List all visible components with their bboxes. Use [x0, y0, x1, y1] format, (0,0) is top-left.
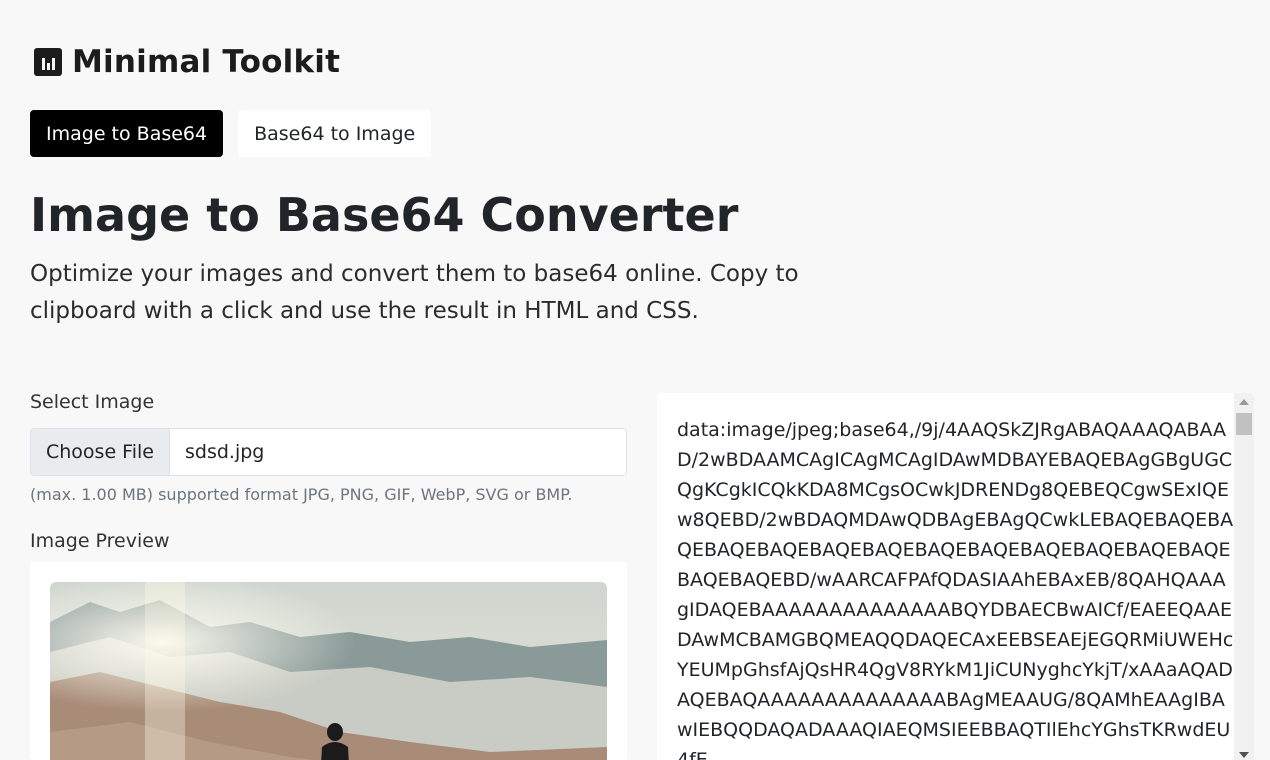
scroll-down-icon[interactable] — [1239, 752, 1249, 758]
page-subtitle: Optimize your images and convert them to… — [30, 261, 799, 324]
base64-output[interactable]: data:image/jpeg;base64,/9j/4AAQSkZJRgABA… — [657, 393, 1254, 760]
scroll-up-icon[interactable] — [1239, 399, 1249, 405]
image-preview-label: Image Preview — [30, 530, 170, 552]
scrollbar-thumb[interactable] — [1236, 413, 1252, 435]
brand[interactable]: Minimal Toolkit — [34, 44, 340, 80]
brand-title: Minimal Toolkit — [72, 44, 341, 80]
image-preview-panel — [30, 562, 627, 760]
file-format-hint: (max. 1.00 MB) supported format JPG, PNG… — [30, 485, 573, 504]
page-title: Image to Base64 Converter — [30, 188, 739, 242]
file-input[interactable]: Choose File sdsd.jpg — [30, 428, 627, 476]
tab-image-to-base64[interactable]: Image to Base64 — [30, 110, 224, 157]
output-scrollbar[interactable] — [1234, 393, 1254, 760]
tab-bar: Image to Base64 Base64 to Image — [30, 110, 432, 157]
base64-output-text[interactable]: data:image/jpeg;base64,/9j/4AAQSkZJRgABA… — [677, 415, 1237, 760]
selected-file-name: sdsd.jpg — [184, 441, 265, 463]
preview-image — [50, 582, 607, 760]
tab-base64-to-image[interactable]: Base64 to Image — [238, 110, 432, 157]
select-image-label: Select Image — [30, 391, 155, 413]
choose-file-button[interactable]: Choose File — [31, 429, 170, 475]
bar-chart-icon — [34, 48, 62, 76]
